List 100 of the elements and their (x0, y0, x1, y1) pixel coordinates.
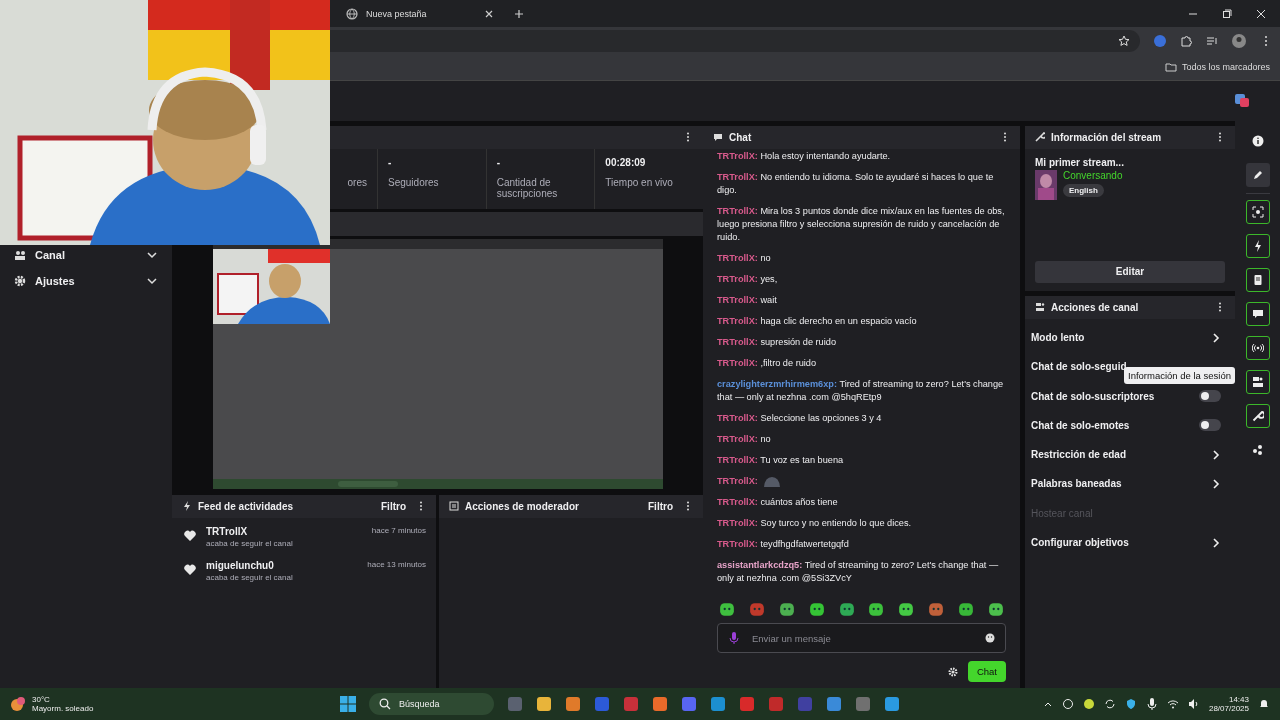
app-icon[interactable] (565, 696, 581, 712)
language-tag[interactable]: English (1063, 183, 1104, 197)
search-box[interactable]: Búsqueda (369, 693, 494, 715)
channel-action[interactable]: Configurar objetivos (1031, 537, 1129, 549)
avatar-icon[interactable] (1232, 33, 1246, 48)
toggle-switch[interactable] (1199, 390, 1221, 403)
message-field[interactable]: Enviar un mensaje (748, 631, 977, 645)
stream-title: Mi primer stream... (1035, 156, 1125, 168)
category-link[interactable]: Conversando (1063, 169, 1123, 181)
broadcast-button[interactable] (1245, 335, 1270, 360)
weather-icon[interactable] (10, 696, 26, 712)
chat-message: TRTrollX: No entiendo tu idioma. Solo te ayudaré si haces lo que te digo. (717, 170, 995, 197)
close-icon[interactable] (484, 8, 494, 19)
stat-label: Seguidores (388, 176, 440, 188)
chevron-right-icon[interactable] (1211, 449, 1221, 460)
filter-button[interactable]: Filtro (377, 498, 410, 514)
emote-icon[interactable] (958, 601, 974, 618)
app-icon[interactable] (710, 696, 726, 712)
stat-value: 00:28:09 (605, 156, 647, 169)
app-icon[interactable] (826, 696, 842, 712)
chat-message: TRTrollX: haga clic derecho en un espacio vacío (717, 314, 918, 328)
sync-icon[interactable] (1103, 698, 1116, 710)
extension-icon[interactable] (1154, 34, 1166, 47)
filter-button[interactable]: Filtro (644, 498, 677, 514)
wrench-button[interactable] (1245, 403, 1270, 428)
emote-icon[interactable] (838, 601, 855, 618)
note-button[interactable] (1245, 267, 1270, 292)
event-time: hace 13 minutos (367, 559, 426, 569)
channel-action[interactable]: Chat de solo-seguid (1031, 361, 1127, 373)
edit-button[interactable]: Editar (1035, 260, 1225, 283)
panel-title: Acciones de canal (1051, 301, 1140, 313)
smiley-icon[interactable] (985, 633, 995, 644)
pencil-icon (1251, 168, 1264, 181)
channel-action[interactable]: Chat de solo-emotes (1031, 419, 1130, 431)
clock[interactable]: 14:43 28/07/2025 (1208, 695, 1249, 713)
emote-icon[interactable] (928, 601, 945, 618)
event-user[interactable]: miguelunchu0 (206, 559, 358, 571)
channel-action[interactable]: Palabras baneadas (1031, 478, 1122, 490)
wrench-icon (1035, 132, 1045, 143)
emote-icon[interactable] (778, 601, 795, 618)
tab-title[interactable]: Nueva pestaña (366, 8, 476, 19)
chat-message: TRTrollX: supresión de ruido (717, 335, 837, 349)
capture-button[interactable] (1245, 199, 1270, 224)
channel-action[interactable]: Modo lento (1031, 332, 1085, 343)
chevron-right-icon[interactable] (1211, 332, 1221, 343)
people-icon (14, 248, 26, 261)
puzzle-icon[interactable] (1180, 34, 1192, 47)
chat-button[interactable]: Chat (967, 661, 1006, 683)
chat-message: TRTrollX: no (717, 432, 772, 446)
restore-icon[interactable] (1222, 8, 1232, 19)
emote-icon[interactable] (868, 601, 885, 618)
emote-icon[interactable] (808, 601, 825, 618)
chat-username[interactable]: TRTrollX: (717, 474, 758, 488)
sidebar-item[interactable]: Ajustes (0, 267, 172, 294)
tray-icon[interactable] (1082, 698, 1095, 710)
channel-action[interactable]: Chat de solo-suscriptores (1031, 390, 1155, 402)
gear-icon (14, 274, 26, 287)
wifi-icon[interactable] (1166, 698, 1179, 710)
settings-icon[interactable] (947, 666, 958, 677)
tray-icon[interactable] (1061, 698, 1074, 710)
bookmarks-folder[interactable]: Todos los marcadores (1181, 62, 1270, 73)
chevron-right-icon[interactable] (1211, 479, 1221, 489)
message-box[interactable]: Enviar un mensaje (717, 623, 1006, 654)
speaker-icon[interactable] (1187, 698, 1200, 710)
search-field[interactable]: Búsqueda (397, 698, 491, 710)
app-logo-icon[interactable] (1234, 92, 1250, 109)
chat-icon (1251, 307, 1264, 320)
chat-message: TRTrollX: Soy turco y no entiendo lo que dices. (717, 516, 913, 530)
panel-title: Feed de actividades (198, 500, 295, 512)
pencil-button[interactable] (1245, 162, 1270, 187)
app-icon[interactable] (884, 696, 900, 712)
notification-icon[interactable] (1258, 698, 1270, 710)
chat-message: TRTrollX: Seleccione las opciones 3 y 4 (717, 411, 883, 425)
sidebar-item[interactable]: Canal (0, 241, 172, 268)
app-icon[interactable] (652, 696, 668, 712)
shield-icon[interactable] (1124, 698, 1137, 710)
info-icon (1251, 134, 1264, 147)
search-icon (379, 698, 391, 710)
bolt-button[interactable] (1245, 233, 1270, 258)
chat-button[interactable] (1245, 301, 1270, 326)
toggle-switch[interactable] (1199, 419, 1221, 432)
app-icon[interactable] (536, 696, 552, 712)
start-icon[interactable] (340, 696, 356, 712)
stage-icon (1251, 375, 1264, 388)
panel-title: Acciones de moderador (465, 500, 580, 512)
chevron-right-icon[interactable] (1211, 537, 1221, 548)
star-icon[interactable] (1118, 34, 1130, 47)
stage-button[interactable] (1245, 369, 1270, 394)
emote-icon[interactable] (987, 601, 1004, 618)
event-user[interactable]: TRTrollX (206, 525, 362, 537)
chat-message: TRTrollX: Tu voz es tan buena (717, 453, 845, 467)
emote-icon[interactable] (719, 601, 735, 618)
channel-action[interactable]: Restricción de edad (1031, 449, 1127, 461)
chat-message: crazylighterzmrhirmem6xp: Tired of streaming to zero? Let's change that — only at nezhna .com @5hqREtp9 (717, 377, 1005, 404)
close-icon[interactable] (1256, 8, 1266, 19)
new-tab-icon[interactable] (514, 8, 524, 19)
emote-icon[interactable] (898, 601, 915, 618)
microphone-icon[interactable] (1145, 698, 1158, 710)
app-icon[interactable] (681, 696, 697, 712)
media-icon[interactable] (1206, 34, 1218, 47)
